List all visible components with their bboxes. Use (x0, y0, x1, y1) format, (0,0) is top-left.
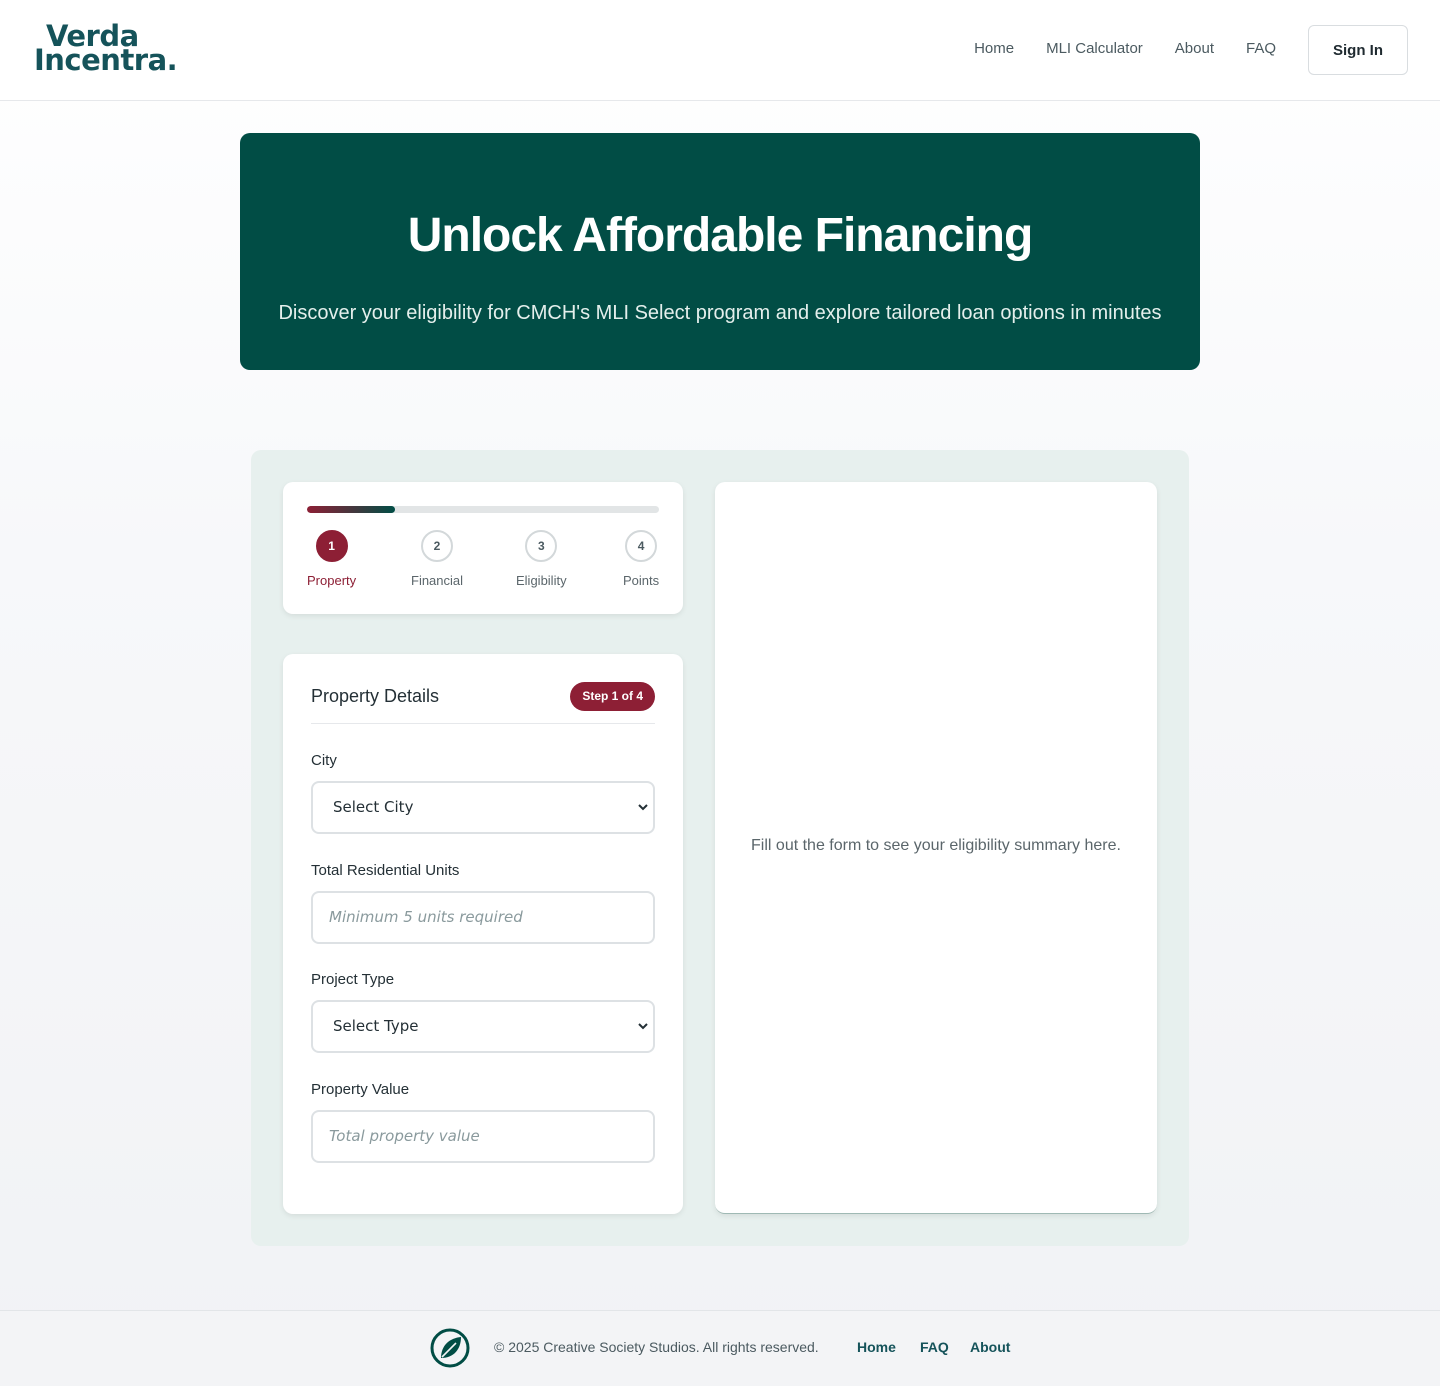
nav-about-link[interactable]: About (1175, 38, 1214, 60)
step-points[interactable]: 4 Points (623, 530, 659, 588)
sign-in-button[interactable]: Sign In (1308, 25, 1408, 75)
calculator-panel: 1 Property 2 Financial 3 Eligibility 4 P… (251, 450, 1189, 1246)
hero-title: Unlock Affordable Financing (407, 209, 1034, 262)
hero-subtitle: Discover your eligibility for CMCH's MLI… (278, 302, 1162, 324)
project-type-label: Project Type (311, 971, 395, 988)
chevron-down-icon (638, 804, 648, 811)
step-label: Eligibility (516, 573, 567, 588)
nav-faq-link[interactable]: FAQ (1246, 38, 1276, 60)
footer-about-link[interactable]: About (970, 1339, 1010, 1355)
copyright-text: © 2025 Creative Society Studios. All rig… (494, 1339, 819, 1355)
step-number: 4 (625, 530, 658, 562)
site-header: Verda Incentra. Home MLI Calculator Abou… (0, 0, 1440, 101)
form-title: Property Details (311, 686, 440, 706)
summary-empty-text: Fill out the form to see your eligibilit… (751, 837, 1121, 854)
city-label: City (311, 752, 337, 769)
logo-line-2: Incentra. (34, 43, 178, 77)
step-financial[interactable]: 2 Financial (411, 530, 463, 588)
nav-mli-calculator-link[interactable]: MLI Calculator (1046, 38, 1143, 60)
units-input[interactable]: Minimum 5 units required (311, 891, 655, 944)
progress-track (307, 506, 659, 513)
site-footer: © 2025 Creative Society Studios. All rig… (0, 1310, 1440, 1386)
step-label: Points (623, 573, 660, 588)
step-eligibility[interactable]: 3 Eligibility (516, 530, 567, 588)
form-header: Property Details Step 1 of 4 (311, 682, 655, 724)
step-label: Property (307, 573, 357, 588)
property-details-form: Property Details Step 1 of 4 City Select… (283, 654, 683, 1214)
footer-home-link[interactable]: Home (857, 1339, 896, 1355)
chevron-down-icon (638, 1023, 648, 1030)
brand-logo[interactable]: Verda Incentra. (34, 22, 178, 77)
eligibility-summary-card: Fill out the form to see your eligibilit… (715, 482, 1157, 1214)
project-type-select[interactable]: Select Type (311, 1000, 655, 1053)
hero-banner: Unlock Affordable Financing Discover you… (240, 133, 1200, 370)
project-type-select-value: Select Type (333, 1017, 419, 1035)
city-select[interactable]: Select City (311, 781, 655, 834)
step-property[interactable]: 1 Property (307, 530, 356, 588)
property-value-input[interactable]: Total property value (311, 1110, 655, 1163)
property-value-label: Property Value (311, 1081, 410, 1098)
step-number: 2 (421, 530, 454, 562)
step-badge: Step 1 of 4 (570, 682, 655, 711)
main-nav: Home MLI Calculator About FAQ (942, 38, 1276, 60)
step-label: Financial (411, 573, 464, 588)
nav-home-link[interactable]: Home (974, 38, 1014, 60)
units-label: Total Residential Units (311, 862, 460, 879)
step-number: 1 (315, 530, 348, 562)
step-number: 3 (525, 530, 558, 562)
footer-faq-link[interactable]: FAQ (920, 1339, 949, 1355)
leaf-logo-icon (430, 1328, 470, 1368)
city-select-value: Select City (333, 798, 414, 816)
stepper-card: 1 Property 2 Financial 3 Eligibility 4 P… (283, 482, 683, 614)
progress-fill (307, 506, 395, 513)
